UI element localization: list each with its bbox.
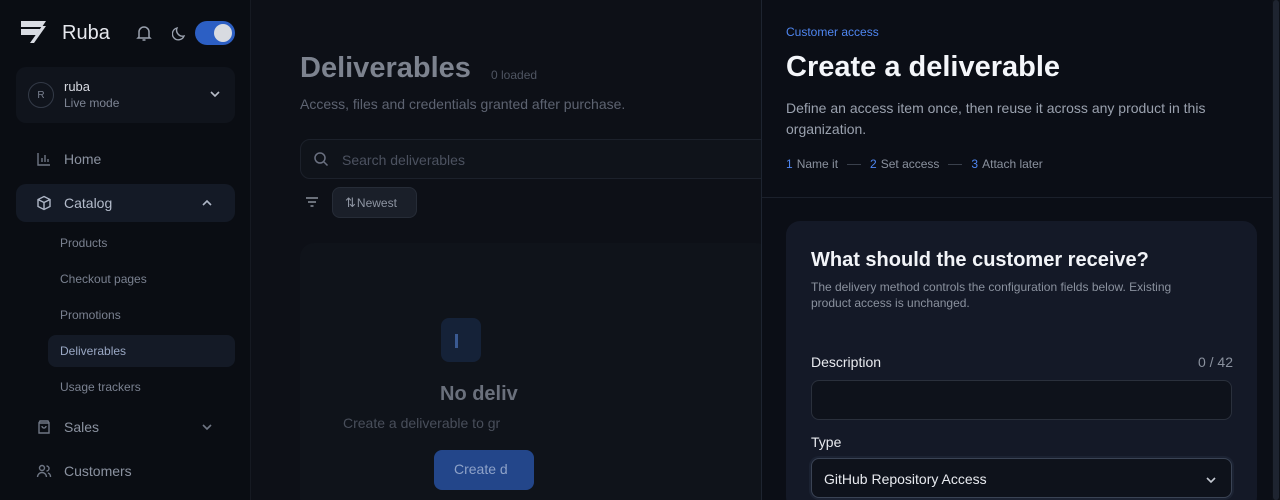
chevron-down-icon	[1206, 477, 1216, 484]
step-label: Name it	[796, 157, 839, 171]
step-divider	[948, 163, 963, 165]
step-label: Set access	[880, 157, 940, 171]
sidebar-subitem-deliverables[interactable]: Deliverables	[48, 335, 235, 367]
bar-chart-icon	[37, 153, 50, 166]
main-content: Deliverables 0 loaded Access, files and …	[251, 0, 770, 500]
filter-icon[interactable]	[305, 195, 319, 209]
step-divider	[847, 163, 862, 165]
sidebar-item-label: Home	[64, 151, 102, 167]
loaded-count: 0 loaded	[491, 68, 538, 82]
users-icon	[36, 464, 52, 478]
logo-icon	[21, 21, 46, 43]
drawer-scrollbar[interactable]	[1272, 0, 1280, 500]
step-label: Attach later	[982, 157, 1043, 171]
sidebar-item-catalog[interactable]: Catalog	[16, 184, 235, 222]
empty-state-title: No deliv	[440, 383, 518, 405]
drawer-header: Customer access Create a deliverable Def…	[762, 0, 1280, 198]
step-number: 1	[786, 157, 793, 171]
sort-icon: ⇅	[345, 194, 356, 210]
empty-state-subtitle: Create a deliverable to gr	[343, 415, 501, 431]
type-label: Type	[811, 434, 842, 450]
account-switcher[interactable]: R ruba Live mode	[16, 67, 235, 123]
search-input[interactable]: Search deliverables	[300, 139, 770, 179]
app-name: Ruba	[62, 22, 110, 44]
form-heading: What should the customer receive?	[811, 249, 1149, 271]
form-card: What should the customer receive? The de…	[786, 221, 1257, 500]
search-placeholder: Search deliverables	[342, 152, 465, 168]
empty-state-card	[300, 243, 770, 500]
page-title: Deliverables	[300, 52, 471, 84]
brand[interactable]: Ruba	[20, 20, 110, 44]
stepper: 1 Name it 2 Set access 3 Attach later	[786, 157, 1043, 171]
sidebar-item-label: Catalog	[64, 195, 113, 211]
chevron-up-icon	[202, 199, 212, 206]
avatar: R	[28, 82, 54, 108]
account-name: ruba	[64, 79, 91, 94]
box-icon	[37, 195, 51, 211]
drawer-description: Define an access item once, then reuse i…	[786, 100, 1206, 137]
type-select[interactable]: GitHub Repository Access	[811, 458, 1232, 498]
step-number: 2	[870, 157, 877, 171]
search-icon	[314, 152, 329, 167]
type-selected-value: GitHub Repository Access	[824, 471, 987, 487]
moon-icon[interactable]	[172, 25, 188, 41]
sidebar-subitem-usage-trackers[interactable]: Usage trackers	[48, 371, 235, 403]
theme-toggle[interactable]	[195, 21, 235, 45]
description-label: Description	[811, 354, 882, 370]
sidebar-subitem-products[interactable]: Products	[48, 227, 235, 259]
scrollbar-thumb[interactable]	[1273, 0, 1279, 500]
sidebar-subitem-checkout-pages[interactable]: Checkout pages	[48, 263, 235, 295]
create-deliverable-drawer: Customer access Create a deliverable Def…	[761, 0, 1280, 500]
sidebar-item-label: Sales	[64, 419, 100, 435]
drawer-title: Create a deliverable	[786, 51, 1061, 83]
account-mode: Live mode	[64, 96, 120, 110]
chevron-down-icon	[202, 424, 212, 431]
sort-label: Newest	[356, 195, 397, 210]
bell-icon[interactable]	[135, 24, 153, 42]
sidebar-item-home[interactable]: Home	[16, 140, 235, 178]
chevron-down-icon	[210, 91, 220, 98]
empty-state-icon	[441, 318, 481, 362]
sort-button[interactable]: ⇅ Newest	[332, 187, 417, 218]
page-subtitle: Access, files and credentials granted af…	[300, 96, 626, 112]
shopping-bag-icon	[38, 420, 50, 434]
create-deliverable-button[interactable]: Create d	[434, 450, 534, 490]
drawer-eyebrow: Customer access	[786, 25, 879, 39]
sidebar-item-customers[interactable]: Customers	[16, 452, 235, 490]
description-field[interactable]	[811, 380, 1232, 420]
step-number: 3	[971, 157, 979, 171]
toggle-knob	[214, 24, 232, 42]
sidebar-item-label: Customers	[64, 463, 132, 479]
description-char-count: 0 / 42	[1197, 354, 1233, 370]
form-help-text: The delivery method controls the configu…	[811, 280, 1172, 310]
sidebar-subitem-promotions[interactable]: Promotions	[48, 299, 235, 331]
sidebar-item-sales[interactable]: Sales	[16, 408, 235, 446]
sidebar: Ruba R ruba Live mode Home Catalog Produ…	[0, 0, 251, 500]
